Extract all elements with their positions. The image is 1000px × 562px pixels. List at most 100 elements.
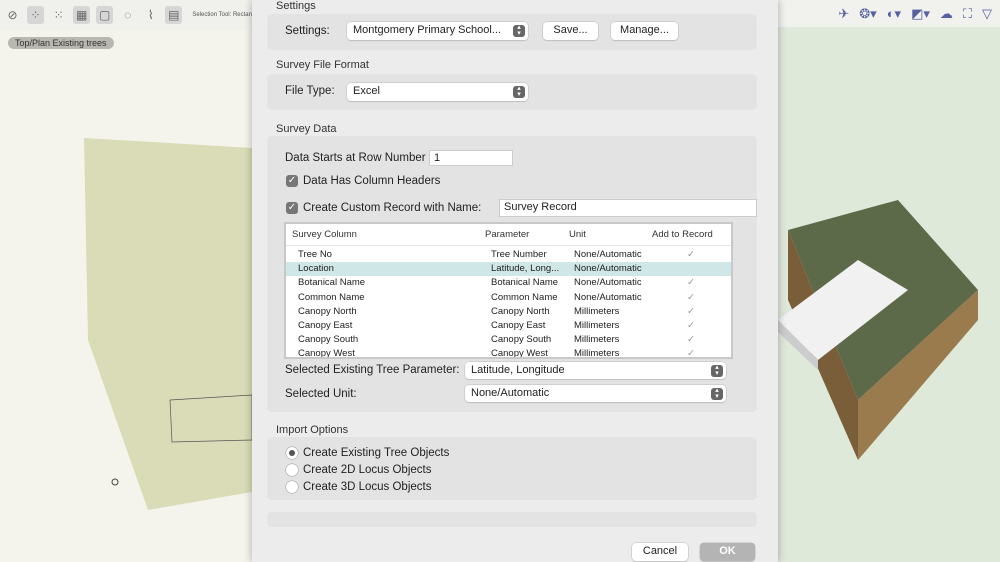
view-toolbar: ✈ ❂▾ ◐▾ ◩▾ ☁ ⛶ ▽ (778, 0, 1000, 27)
table-row[interactable]: Common Name Common Name None/Automatic ✓ (286, 291, 731, 305)
unit-select[interactable]: None/Automatic ▴ ▾ (465, 385, 726, 402)
table-row[interactable]: Botanical Name Botanical Name None/Automat… (286, 276, 731, 290)
add-to-record-check-icon[interactable]: ✓ (687, 347, 695, 357)
settings-value: Montgomery Primary School... (353, 24, 501, 36)
view-label[interactable]: Top/Plan Existing trees (8, 37, 114, 49)
chevron-updown-icon: ▴ ▾ (513, 85, 525, 98)
cell-param: Common Name (491, 291, 558, 303)
3d-model (778, 200, 978, 460)
file-type-label: File Type: (285, 85, 335, 97)
cell-col: Canopy South (298, 334, 359, 346)
cell-unit: Millimeters (574, 334, 620, 346)
unit-value: None/Automatic (471, 387, 550, 399)
cell-param: Canopy East (491, 320, 546, 331)
add-to-record-check-icon[interactable]: ✓ (687, 333, 695, 347)
tree-parameter-select[interactable]: Latitude, Longitude ▴ ▾ (465, 362, 726, 379)
flyover-icon[interactable]: ✈ (838, 6, 849, 22)
cell-unit: None/Automatic (574, 263, 642, 275)
cell-param: Latitude, Long... (491, 263, 560, 275)
survey-columns-table: Survey Column Parameter Unit Add to Reco… (284, 222, 733, 359)
cell-col: Tree No (298, 249, 332, 260)
import-survey-dialog: Settings Settings: Montgomery Primary Sc… (252, 0, 778, 562)
rectangle-select-icon[interactable]: ▢ (96, 6, 114, 24)
unit-label: Selected Unit: (285, 388, 357, 400)
file-type-select[interactable]: Excel ▴ ▾ (347, 83, 528, 101)
cell-param: Canopy North (491, 305, 550, 317)
col-header-parameter[interactable]: Parameter (485, 224, 529, 246)
cell-param: Tree Number (491, 249, 547, 260)
cell-param: Botanical Name (491, 277, 559, 289)
add-to-record-check-icon[interactable]: ✓ (687, 319, 695, 333)
option-2d-locus-label: Create 2D Locus Objects (303, 464, 432, 476)
settings-select[interactable]: Montgomery Primary School... ▴ ▾ (347, 22, 528, 40)
start-row-input[interactable]: 1 (429, 150, 513, 166)
file-type-value: Excel (353, 85, 380, 97)
table-row[interactable]: Canopy West Canopy West Millimeters ✓ (286, 347, 731, 359)
table-row[interactable]: Canopy North Canopy North Millimeters ✓ (286, 305, 731, 319)
file-format-section-title: Survey File Format (276, 59, 369, 71)
custom-record-checkbox[interactable]: ✓ (286, 202, 298, 214)
col-header-add-to-record[interactable]: Add to Record (652, 224, 713, 246)
cell-param: Canopy South (491, 334, 552, 346)
table-row[interactable]: Tree No Tree Number None/Automatic ✓ (286, 248, 731, 262)
grid-tool-icon[interactable]: ▦ (73, 6, 91, 24)
lasso-icon[interactable]: ◌ (119, 6, 136, 24)
chevron-updown-icon: ▴ ▾ (513, 24, 525, 37)
plan-viewport[interactable] (0, 0, 252, 562)
layers-icon[interactable]: ☁ (940, 6, 953, 22)
cell-col: Canopy West (298, 348, 355, 359)
cell-col: Canopy East (298, 320, 353, 331)
lighting-icon[interactable]: ◐▾ (887, 6, 901, 22)
settings-label: Settings: (285, 25, 330, 37)
table-row[interactable]: Canopy East Canopy East Millimeters ✓ (286, 319, 731, 333)
chevron-updown-icon: ▴ ▾ (711, 364, 723, 377)
save-button[interactable]: Save... (543, 22, 598, 40)
polygon-select-icon[interactable]: ⌇ (142, 6, 159, 24)
snap-nodes-icon[interactable]: ⁘ (27, 6, 45, 24)
cell-unit: Millimeters (574, 348, 620, 359)
tree-parameter-label: Selected Existing Tree Parameter: (285, 364, 460, 376)
cancel-button[interactable]: Cancel (632, 543, 688, 561)
cell-col: Canopy North (298, 305, 357, 317)
more-icon[interactable]: ▽ (982, 6, 992, 22)
cell-unit: None/Automatic (574, 291, 642, 303)
table-row[interactable]: Location Latitude, Long... None/Automatic (286, 262, 731, 277)
render-mode-icon[interactable]: ❂▾ (859, 6, 876, 22)
column-headers-label: Data Has Column Headers (303, 175, 441, 187)
settings-tool-icon[interactable]: ▤ (165, 6, 183, 24)
cell-col: Common Name (298, 291, 365, 303)
status-bar (267, 512, 757, 527)
cell-unit: Millimeters (574, 305, 620, 317)
start-row-label: Data Starts at Row Number (285, 152, 426, 164)
site-plan-drawing (84, 138, 252, 510)
add-to-record-check-icon[interactable]: ✓ (687, 305, 695, 319)
add-to-record-check-icon[interactable]: ✓ (687, 276, 695, 290)
selection-tool-label: Selection Tool: Rectan (192, 12, 252, 18)
column-headers-checkbox[interactable]: ✓ (286, 175, 298, 187)
chevron-updown-icon: ▴ ▾ (711, 387, 723, 400)
custom-record-name-input[interactable]: Survey Record (499, 199, 757, 217)
cell-unit: Millimeters (574, 320, 620, 331)
cell-param: Canopy West (491, 348, 548, 359)
table-row[interactable]: Canopy South Canopy South Millimeters ✓ (286, 333, 731, 347)
cell-unit: None/Automatic (574, 277, 642, 289)
3d-viewport[interactable] (778, 0, 1000, 562)
ok-button[interactable]: OK (700, 543, 755, 561)
projection-icon[interactable]: ◩▾ (911, 6, 930, 22)
radio-3d-locus[interactable] (286, 481, 298, 493)
col-header-survey-column[interactable]: Survey Column (292, 224, 357, 246)
manage-button[interactable]: Manage... (611, 22, 678, 40)
add-to-record-check-icon[interactable]: ✓ (687, 248, 695, 262)
option-3d-locus-label: Create 3D Locus Objects (303, 481, 432, 493)
option-existing-tree-label: Create Existing Tree Objects (303, 447, 450, 459)
no-entry-icon[interactable]: ⊘ (4, 6, 21, 24)
settings-section-title: Settings (276, 0, 316, 12)
snap-multi-icon[interactable]: ⁙ (50, 6, 67, 24)
add-to-record-check-icon[interactable]: ✓ (687, 291, 695, 305)
custom-record-label: Create Custom Record with Name: (303, 202, 482, 214)
col-header-unit[interactable]: Unit (569, 224, 586, 246)
transform-icon[interactable]: ⛶ (963, 6, 972, 22)
cell-unit: None/Automatic (574, 249, 642, 260)
radio-2d-locus[interactable] (286, 464, 298, 476)
radio-existing-tree[interactable] (286, 447, 298, 459)
